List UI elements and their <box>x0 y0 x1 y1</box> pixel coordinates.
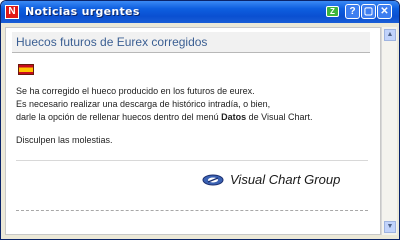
notice-line-3-prefix: darle la opción de rellenar huecos dentr… <box>16 112 222 122</box>
window-title: Noticias urgentes <box>25 5 140 18</box>
visual-chart-logo-icon <box>202 174 224 186</box>
apology-text: Disculpen las molestias. <box>16 135 113 145</box>
notice-line-1: Se ha corregido el hueco producido en lo… <box>16 86 255 96</box>
scroll-up-arrow-icon[interactable]: ▲ <box>384 29 396 41</box>
visual-chart-logo: Visual Chart Group <box>202 172 372 188</box>
vertical-scrollbar[interactable]: ▲ ▼ <box>381 27 397 235</box>
extra-button[interactable]: Z <box>326 6 339 17</box>
notice-line-3-suffix: de Visual Chart. <box>246 112 313 122</box>
notice-window: N Noticias urgentes Z ? ▢ ✕ Huecos futur… <box>0 0 400 240</box>
help-button[interactable]: ? <box>345 4 360 19</box>
logo-text: Visual Chart Group <box>230 172 341 187</box>
close-button[interactable]: ✕ <box>377 4 392 19</box>
notice-body: Se ha corregido el hueco producido en lo… <box>16 85 372 124</box>
app-icon[interactable]: N <box>5 5 19 19</box>
spain-flag-icon <box>18 64 34 75</box>
maximize-button[interactable]: ▢ <box>361 4 376 19</box>
divider <box>16 160 368 161</box>
notice-heading: Huecos futuros de Eurex corregidos <box>16 35 208 49</box>
notice-content: Huecos futuros de Eurex corregidos Se ha… <box>5 27 381 235</box>
notice-line-2: Es necesario realizar una descarga de hi… <box>16 99 271 109</box>
datos-menu-name: Datos <box>221 112 247 122</box>
heading-bar: Huecos futuros de Eurex corregidos <box>12 32 370 53</box>
title-bar[interactable]: N Noticias urgentes Z ? ▢ ✕ <box>1 1 399 23</box>
scroll-down-arrow-icon[interactable]: ▼ <box>384 221 396 233</box>
notice-line-3: darle la opción de rellenar huecos dentr… <box>16 111 372 124</box>
dashed-divider <box>16 210 368 211</box>
